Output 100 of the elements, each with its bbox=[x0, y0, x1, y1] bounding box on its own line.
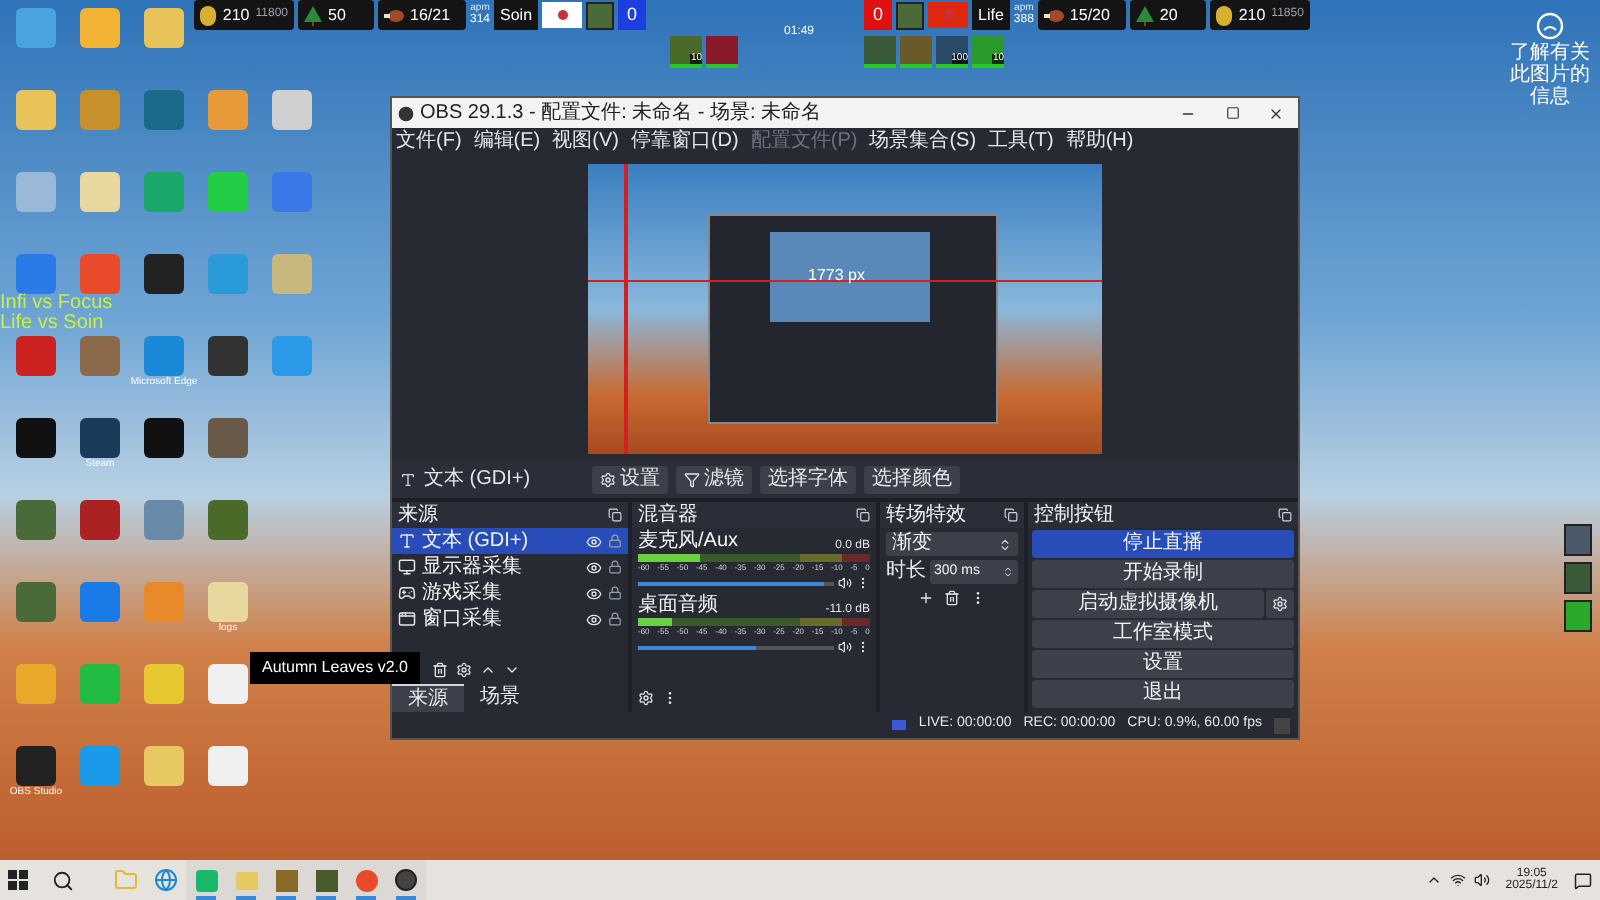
windows-start-icon[interactable] bbox=[8, 870, 28, 890]
menu-item[interactable]: 视图(V) bbox=[552, 132, 619, 152]
desktop-app-icon[interactable] bbox=[80, 336, 120, 376]
virtual-camera-settings-button[interactable] bbox=[1266, 590, 1294, 618]
lock-icon[interactable] bbox=[608, 586, 622, 600]
speaker-icon[interactable] bbox=[838, 640, 852, 654]
tree-icon bbox=[1135, 5, 1154, 25]
desktop-app-icon[interactable] bbox=[208, 418, 248, 458]
hero-portrait bbox=[586, 1, 615, 29]
control-button[interactable]: 设置 bbox=[1032, 650, 1294, 678]
desktop-app-icon[interactable] bbox=[144, 8, 184, 48]
dock-float-icon[interactable] bbox=[608, 508, 622, 522]
desktop-app-icon[interactable] bbox=[80, 172, 120, 212]
menu-item[interactable]: 文件(F) bbox=[396, 132, 462, 152]
transition-select[interactable]: 渐变 bbox=[886, 532, 1018, 556]
visibility-eye-icon[interactable] bbox=[586, 533, 602, 549]
lock-icon[interactable] bbox=[608, 534, 622, 548]
desktop-app-icon[interactable] bbox=[16, 418, 56, 458]
menu-item[interactable]: 工具(T) bbox=[988, 132, 1054, 152]
desktop-app-icon[interactable] bbox=[208, 746, 248, 786]
game-icon[interactable] bbox=[315, 869, 337, 891]
app-icon[interactable] bbox=[355, 869, 377, 891]
monitor-icon bbox=[398, 558, 416, 576]
speaker-icon[interactable] bbox=[1473, 872, 1490, 888]
control-button[interactable]: 工作室模式 bbox=[1032, 620, 1294, 648]
source-toolbar-button[interactable]: 选择颜色 bbox=[864, 465, 960, 493]
desktop-app-icon[interactable] bbox=[16, 90, 56, 130]
record-app-icon[interactable] bbox=[394, 868, 418, 892]
more-icon[interactable] bbox=[856, 576, 870, 590]
control-button[interactable]: 开始录制 bbox=[1032, 560, 1294, 588]
wallpaper-info-text[interactable]: 了解有关此图片的信息 bbox=[1504, 42, 1596, 108]
speaker-icon[interactable] bbox=[838, 576, 852, 590]
food-amount: 15/20 bbox=[1069, 3, 1110, 27]
add-icon[interactable] bbox=[918, 590, 934, 606]
tray-chevron-icon[interactable] bbox=[1425, 872, 1442, 888]
delete-icon[interactable] bbox=[432, 662, 448, 678]
control-button[interactable]: 停止直播 bbox=[1032, 530, 1294, 558]
lumber-amount: 50 bbox=[328, 3, 346, 27]
folder-icon[interactable] bbox=[114, 868, 138, 892]
visibility-eye-icon[interactable] bbox=[586, 611, 602, 627]
desktop-app-icon[interactable] bbox=[80, 8, 120, 48]
source-item[interactable]: 文本 (GDI+) bbox=[392, 528, 628, 554]
source-item[interactable]: 显示器采集 bbox=[392, 554, 628, 580]
meat-icon bbox=[1043, 7, 1064, 23]
source-toolbar-button[interactable]: 选择字体 bbox=[760, 465, 856, 493]
desktop-app-icon[interactable] bbox=[80, 418, 120, 458]
desktop-app-icon[interactable] bbox=[208, 500, 248, 540]
desktop-app-icon[interactable] bbox=[16, 582, 56, 622]
search-icon[interactable] bbox=[52, 869, 74, 891]
app-icon[interactable] bbox=[195, 869, 217, 891]
more-icon[interactable] bbox=[856, 640, 870, 654]
dock-float-icon[interactable] bbox=[856, 508, 870, 522]
desktop-app-icon[interactable] bbox=[144, 500, 184, 540]
status-square-icon bbox=[1274, 717, 1290, 733]
lock-icon[interactable] bbox=[608, 560, 622, 574]
game-icon[interactable] bbox=[275, 869, 297, 891]
lock-icon[interactable] bbox=[608, 612, 622, 626]
desktop-app-icon[interactable] bbox=[144, 254, 184, 294]
source-name: 游戏采集 bbox=[422, 583, 502, 603]
desktop-app-icon[interactable] bbox=[208, 90, 248, 130]
desktop-app-icon[interactable] bbox=[16, 746, 56, 786]
desktop-app-icon[interactable] bbox=[144, 746, 184, 786]
browser-icon[interactable] bbox=[154, 868, 178, 892]
move-down-icon[interactable] bbox=[504, 662, 520, 678]
source-item[interactable]: 窗口采集 bbox=[392, 606, 628, 632]
desktop-app-icon[interactable] bbox=[208, 664, 248, 704]
delete-icon[interactable] bbox=[944, 590, 960, 606]
source-toolbar-button[interactable]: 滤镜 bbox=[676, 465, 752, 493]
taskbar-app-button[interactable] bbox=[386, 860, 426, 900]
desktop-app-icon[interactable] bbox=[272, 90, 312, 130]
desktop-app-icon[interactable] bbox=[208, 336, 248, 376]
desktop-app-icon[interactable] bbox=[80, 500, 120, 540]
food-amount: 16/21 bbox=[410, 3, 451, 27]
visibility-eye-icon[interactable] bbox=[586, 559, 602, 575]
menu-item[interactable]: 编辑(E) bbox=[473, 132, 541, 152]
dock-float-icon[interactable] bbox=[1004, 508, 1018, 522]
dock-float-icon[interactable] bbox=[1278, 508, 1292, 522]
desktop-app-icon[interactable] bbox=[16, 254, 56, 294]
source-toolbar-button[interactable]: 设置 bbox=[592, 465, 668, 493]
control-button[interactable]: 启动虚拟摄像机 bbox=[1032, 590, 1264, 618]
settings-icon bbox=[600, 471, 616, 487]
dock-title: 转场特效 bbox=[886, 505, 966, 525]
dock-tab[interactable]: 来源 bbox=[392, 684, 464, 712]
notification-icon[interactable] bbox=[1574, 871, 1592, 889]
settings-icon[interactable] bbox=[456, 662, 472, 678]
source-item[interactable]: 游戏采集 bbox=[392, 580, 628, 606]
move-up-icon[interactable] bbox=[480, 662, 496, 678]
control-button[interactable]: 退出 bbox=[1032, 680, 1294, 708]
network-icon[interactable] bbox=[1449, 872, 1466, 888]
settings-icon[interactable] bbox=[638, 690, 654, 706]
channel-name: 桌面音频 bbox=[638, 596, 718, 616]
visibility-eye-icon[interactable] bbox=[586, 585, 602, 601]
desktop-app-icon[interactable] bbox=[16, 500, 56, 540]
menu-item[interactable]: 场景集合(S) bbox=[869, 132, 977, 152]
desktop-app-icon[interactable] bbox=[144, 418, 184, 458]
info-face-icon[interactable] bbox=[1536, 12, 1564, 40]
measure-label: 1773 px bbox=[808, 263, 865, 287]
menu-item[interactable]: 帮助(H) bbox=[1065, 132, 1134, 152]
menu-item[interactable]: 停靠窗口(D) bbox=[630, 132, 739, 152]
filter-icon bbox=[684, 471, 700, 487]
